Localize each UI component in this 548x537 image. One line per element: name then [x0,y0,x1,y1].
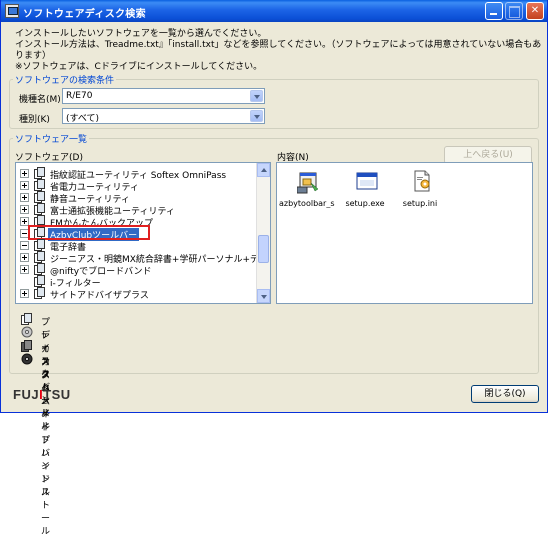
file-item-setup-ini[interactable]: setup.ini [392,169,448,211]
expand-icon[interactable] [20,169,29,178]
instruction-line-1: インストールしたいソフトウェアを一覧から選んでください。 [15,29,267,39]
file-item-setup-exe[interactable]: setup.exe [337,169,393,211]
chevron-down-icon[interactable] [250,90,263,102]
scroll-up-button[interactable] [257,163,270,177]
software-disk-search-window: ソフトウェアディスク検索 ✕ インストールしたいソフトウェアを一覧から選んでくだ… [0,0,548,537]
model-name-value: R/E70 [66,91,93,101]
ini-settings-icon [414,170,430,192]
model-name-combo[interactable]: R/E70 [62,88,265,104]
preinstall-icon [34,191,46,203]
preinstall-icon [34,287,46,299]
expand-icon[interactable] [20,253,29,262]
fujitsu-logo: FUJITSU [13,387,71,402]
selection-highlight-box [28,225,150,240]
maximize-button [505,2,523,20]
preinstall-icon [34,275,46,287]
window-title: ソフトウェアディスク検索 [23,9,146,20]
instruction-line-3: ※ソフトウェアは、Cドライブにインストールしてください。 [15,62,263,72]
preinstall-icon [34,167,46,179]
file-item-azbytoolbar[interactable]: azbytoolbar_s... [279,169,335,211]
exe-window-icon [356,172,378,190]
instruction-line-2: インストール方法は、Treadme.txt』「install.txt」などを参照… [15,40,542,61]
search-conditions-label: ソフトウェアの検索条件 [13,73,117,86]
file-label: setup.ini [402,199,438,208]
close-window-button[interactable]: ✕ [526,2,544,20]
minimize-button[interactable] [485,2,503,20]
title-bar[interactable]: ソフトウェアディスク検索 ✕ [1,0,547,22]
preinstall-icon [21,313,32,325]
preinstall-icon [34,239,46,251]
content-panel[interactable]: azbytoolbar_s... setup.exe setup.ini [276,162,533,304]
file-label: azbytoolbar_s... [279,199,335,208]
tree-scrollbar[interactable] [256,163,270,303]
expand-icon[interactable] [20,193,29,202]
instructions: インストールしたいソフトウェアを一覧から選んでください。 インストール方法は、T… [15,29,547,73]
preinstall-icon [34,179,46,191]
expand-icon[interactable] [20,205,29,214]
preinstall-icon [34,203,46,215]
close-button[interactable]: 閉じる(Q) [471,385,539,403]
software-tree[interactable]: 指紋認証ユーティリティ Softex OmniPass 省電力ユーティリティ 静音ユ… [15,162,271,304]
app-window-icon [5,4,19,18]
preinstall-icon [34,263,46,275]
custom-preinstall-icon [21,340,32,352]
software-list-label: ソフトウェア一覧 [13,132,90,145]
legend-label: カスタムメイドバンドル [41,358,51,498]
expand-icon[interactable] [20,265,29,274]
expand-icon[interactable] [20,181,29,190]
tree-item-label: サイトアドバイザプラス [50,291,149,301]
chevron-down-icon[interactable] [250,110,263,122]
preinstall-icon [34,251,46,263]
type-label: 種別(K) [19,115,50,125]
collapse-icon[interactable] [20,241,29,250]
model-name-label: 機種名(M) [19,95,61,105]
file-label: setup.exe [345,199,385,208]
type-combo[interactable]: (すべて) [62,108,265,124]
type-value: (すべて) [66,114,100,124]
setup-installer-icon [297,172,319,194]
scroll-thumb[interactable] [258,235,269,263]
disc-bundle-icon [21,326,33,338]
custom-bundle-icon [21,353,33,365]
scroll-down-button[interactable] [257,289,270,303]
expand-icon[interactable] [20,289,29,298]
